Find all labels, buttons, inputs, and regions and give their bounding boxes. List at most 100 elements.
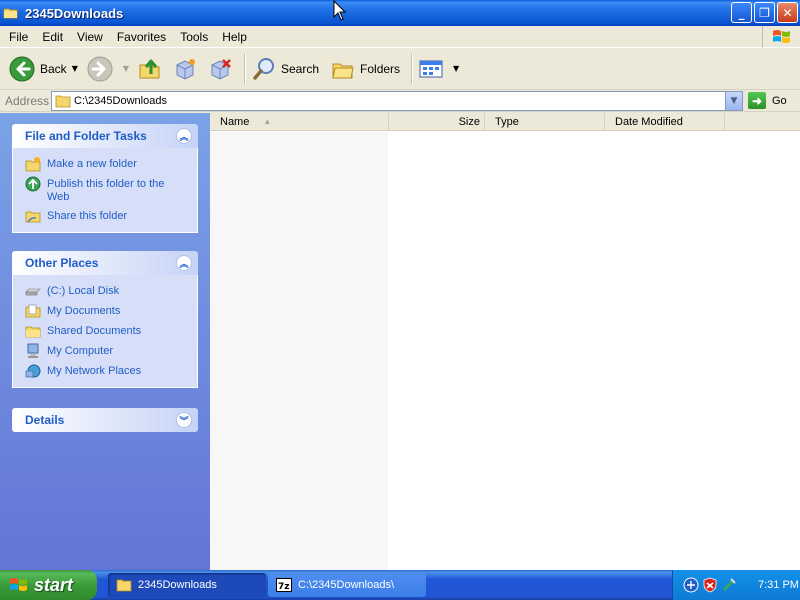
panel-title: File and Folder Tasks bbox=[25, 129, 147, 143]
menu-view[interactable]: View bbox=[70, 30, 110, 44]
views-dropdown[interactable]: ▼ bbox=[453, 64, 459, 73]
panel-title: Other Places bbox=[25, 256, 99, 270]
shared-documents-icon bbox=[25, 326, 41, 338]
place-shared-documents[interactable]: Shared Documents bbox=[25, 323, 187, 339]
delete-icon bbox=[211, 58, 231, 80]
windows-logo-icon bbox=[762, 26, 800, 48]
column-headers: Name ▲ Size Type Date Modified bbox=[210, 113, 800, 131]
my-documents-icon bbox=[25, 304, 41, 318]
back-arrow-icon bbox=[9, 56, 35, 81]
security-shield-icon[interactable] bbox=[702, 577, 718, 593]
delete-button[interactable] bbox=[205, 52, 240, 86]
file-list-view[interactable]: Name ▲ Size Type Date Modified bbox=[210, 113, 800, 570]
move-to-button[interactable] bbox=[170, 52, 205, 86]
panel-title: Details bbox=[25, 413, 65, 427]
close-button[interactable]: ✕ bbox=[777, 2, 798, 23]
system-tray: 7:31 PM bbox=[672, 570, 800, 600]
go-arrow-icon: ➜ bbox=[748, 92, 766, 109]
column-header-type[interactable]: Type bbox=[485, 113, 605, 130]
task-make-new-folder[interactable]: Make a new folder bbox=[25, 156, 187, 172]
file-folder-tasks-panel: File and Folder Tasks ︽ Make a new folde… bbox=[12, 124, 198, 233]
address-label: Address bbox=[5, 93, 50, 108]
menu-favorites[interactable]: Favorites bbox=[110, 30, 173, 44]
minimize-button[interactable]: _ bbox=[731, 2, 752, 23]
folder-icon bbox=[55, 95, 71, 107]
start-label: start bbox=[34, 574, 74, 595]
publish-web-icon bbox=[25, 176, 41, 192]
place-network-places[interactable]: My Network Places bbox=[25, 363, 187, 379]
search-label: Search bbox=[281, 61, 320, 76]
column-header-size[interactable]: Size bbox=[389, 113, 485, 130]
folder-icon bbox=[3, 8, 18, 19]
folder-icon bbox=[116, 579, 132, 592]
address-input[interactable]: C:\2345Downloads ▼ bbox=[51, 90, 743, 111]
local-disk-icon bbox=[25, 288, 41, 296]
taskbar-item-2345downloads[interactable]: 2345Downloads bbox=[108, 573, 266, 597]
details-panel: Details ︾ bbox=[12, 408, 198, 432]
address-value: C:\2345Downloads bbox=[74, 94, 167, 107]
move-to-icon bbox=[176, 58, 195, 80]
share-folder-icon bbox=[25, 211, 41, 223]
collapse-icon[interactable]: ︽ bbox=[176, 128, 192, 144]
place-my-documents[interactable]: My Documents bbox=[25, 303, 187, 319]
sort-ascending-icon: ▲ bbox=[263, 117, 272, 126]
svg-text:7z: 7z bbox=[278, 582, 290, 592]
back-button[interactable]: Back bbox=[6, 52, 70, 86]
title-bar[interactable]: 2345Downloads _ ❐ ✕ bbox=[0, 0, 800, 26]
panel-header[interactable]: Details ︾ bbox=[12, 408, 198, 432]
new-folder-icon bbox=[25, 157, 41, 172]
windows-logo-icon bbox=[10, 578, 27, 591]
menu-help[interactable]: Help bbox=[215, 30, 254, 44]
expand-icon[interactable]: ︾ bbox=[176, 412, 192, 428]
menu-file[interactable]: File bbox=[0, 30, 35, 44]
toolbar-separator bbox=[411, 53, 413, 84]
forward-dropdown[interactable]: ▼ bbox=[123, 64, 129, 73]
task-pane: File and Folder Tasks ︽ Make a new folde… bbox=[0, 113, 210, 570]
network-places-icon bbox=[25, 364, 41, 378]
menu-edit[interactable]: Edit bbox=[35, 30, 70, 44]
panel-header[interactable]: File and Folder Tasks ︽ bbox=[12, 124, 198, 148]
name-column-highlight bbox=[210, 132, 388, 570]
menu-bar: File Edit View Favorites Tools Help bbox=[0, 26, 800, 48]
toolbar: Back ▼ ▼ Search Folders ▼ bbox=[0, 48, 800, 90]
collapse-icon[interactable]: ︽ bbox=[176, 255, 192, 271]
maximize-button[interactable]: ❐ bbox=[754, 2, 775, 23]
forward-arrow-icon bbox=[87, 56, 113, 81]
folders-label: Folders bbox=[360, 61, 401, 76]
up-folder-button[interactable] bbox=[135, 52, 170, 86]
back-dropdown[interactable]: ▼ bbox=[72, 64, 78, 73]
search-icon bbox=[253, 57, 274, 80]
address-bar: Address C:\2345Downloads ▼ ➜ Go bbox=[0, 90, 800, 112]
toolbar-separator bbox=[244, 53, 245, 84]
views-icon bbox=[419, 60, 443, 77]
panel-header[interactable]: Other Places ︽ bbox=[12, 251, 198, 275]
task-share-folder[interactable]: Share this folder bbox=[25, 208, 187, 224]
place-my-computer[interactable]: My Computer bbox=[25, 343, 187, 359]
forward-button[interactable] bbox=[84, 52, 121, 86]
menu-tools[interactable]: Tools bbox=[173, 30, 215, 44]
views-button[interactable] bbox=[416, 52, 451, 86]
my-computer-icon bbox=[27, 343, 39, 358]
address-dropdown-button[interactable]: ▼ bbox=[725, 91, 742, 110]
task-publish-web[interactable]: Publish this folder to the Web bbox=[25, 176, 187, 204]
back-label: Back bbox=[40, 61, 67, 76]
start-button[interactable]: start bbox=[0, 570, 97, 600]
network-connection-icon[interactable] bbox=[683, 577, 699, 593]
taskbar: start 2345Downloads 7z C:\2345Downloads\… bbox=[0, 570, 800, 600]
place-local-disk[interactable]: (C:) Local Disk bbox=[25, 283, 187, 299]
up-folder-icon bbox=[139, 59, 160, 78]
go-label: Go bbox=[772, 94, 787, 107]
folders-icon bbox=[332, 63, 354, 78]
search-button[interactable]: Search bbox=[249, 52, 322, 86]
taskbar-item-7zip[interactable]: 7z C:\2345Downloads\ bbox=[268, 573, 426, 597]
safely-remove-hardware-icon[interactable] bbox=[721, 577, 737, 593]
folders-button[interactable]: Folders bbox=[328, 52, 403, 86]
mouse-pointer-icon bbox=[333, 0, 347, 21]
column-header-name[interactable]: Name ▲ bbox=[210, 113, 389, 130]
7zip-icon: 7z bbox=[276, 578, 292, 592]
other-places-panel: Other Places ︽ (C:) Local Disk My Docume… bbox=[12, 251, 198, 388]
go-button[interactable]: ➜ Go bbox=[748, 92, 787, 109]
window-title: 2345Downloads bbox=[25, 5, 124, 21]
clock[interactable]: 7:31 PM bbox=[758, 579, 799, 591]
column-header-date-modified[interactable]: Date Modified bbox=[605, 113, 725, 130]
